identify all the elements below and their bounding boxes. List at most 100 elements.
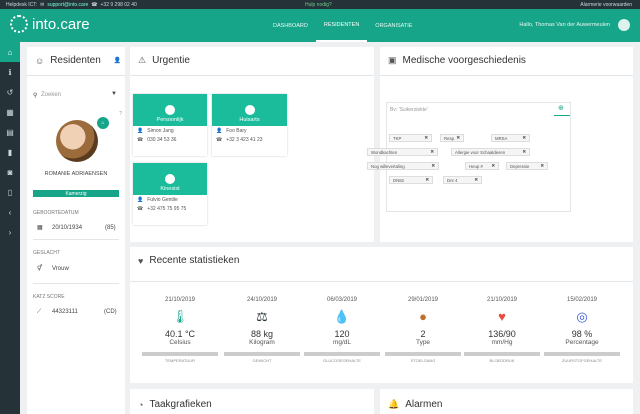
blood-drop-icon: 💧 [333,309,351,324]
stat-item[interactable]: 21/10/2019 🌡 40.1 °C Celsius TEMPERATUUR [140,297,220,363]
medical-tag[interactable]: DN82 ✖ [389,176,433,184]
medical-tag[interactable]: TKP ✖ [389,134,432,142]
stat-item[interactable]: 15/02/2019 ◎ 98 % Percentage ZUURSTOFGEHALTE [542,297,622,363]
contact-card[interactable]: Huisarts 👤 Foo Bary ☎ +32 3 423 41 23 [212,94,287,156]
age-value: (85) [105,225,116,231]
stat-date: 21/10/2019 [486,297,518,303]
contact-phone[interactable]: 030 34 53 36 [147,137,176,143]
divider [130,281,633,282]
bell-icon: 🔔 [388,399,400,409]
stat-caption: GEWICHT [252,358,272,363]
help-link[interactable]: Hulp nodig? [305,2,332,8]
remove-tag-icon[interactable]: ✖ [540,163,544,169]
contact-role: Kinesist [160,186,180,192]
stat-item[interactable]: 06/03/2019 💧 120 mg/dL GLUCOSEGEHALTE [302,297,382,363]
katz-code: (CD) [104,309,117,315]
expand-icon[interactable]: › [0,222,20,242]
stat-caption: STOELGANG [410,358,436,363]
user-avatar-icon[interactable] [618,19,630,31]
room-label[interactable]: Kamerzig [33,190,119,197]
divider [33,283,119,284]
stat-item[interactable]: 29/01/2019 ● 2 Type STOELGANG [383,297,463,363]
search-icon: ⚲ [33,93,38,99]
alarms-panel: 🔔 Alarmen [380,389,633,414]
medical-tag[interactable]: MRSA ✖ [491,134,530,142]
stat-value: 88 kg [250,329,274,339]
contact-card[interactable]: Persoonlijk 👤 Simon Jang ☎ 030 34 53 36 [133,94,207,156]
document-icon[interactable]: ▯ [0,182,20,202]
divider [380,75,633,76]
stat-caption: GLUCOSEGEHALTE [323,358,361,363]
info-icon[interactable]: ℹ [0,62,20,82]
stat-value: 136/90 [488,329,516,339]
contact-name: Foo Bary [226,127,247,134]
room-badge: ⌂ [97,117,109,129]
user-icon: 👤 [137,127,144,134]
add-circle-icon[interactable]: ⊕ [558,104,564,112]
chart-line-icon: ⟋ [37,309,42,315]
stats-title: ♥ Recente statistieken [138,255,240,266]
contact-role: Huisarts [239,117,260,123]
camera-icon[interactable]: ◙ [0,162,20,182]
nav-residenten[interactable]: RESIDENTEN [315,9,368,42]
calendar-icon[interactable]: ▦ [0,102,20,122]
medical-tag[interactable]: Heup # ✖ [465,162,499,170]
logo-text: into.care [32,15,90,33]
tag-label: Allergie voor Schaaldieren [455,149,506,155]
stool-icon: ● [419,309,427,324]
tag-label: Wondkachten [371,149,398,155]
stat-item[interactable]: 21/10/2019 ♥ 136/90 mm/Hg BLOEDDRUK [462,297,542,363]
stat-value: 2 [420,329,426,339]
remove-tag-icon[interactable]: ✖ [425,177,429,183]
user-circle-icon: ☺ [35,55,45,66]
residents-panel: ☺ Residenten 👤 ⚲ Zoeken ▼ ? ⌂ Kamerzig R… [27,47,125,414]
resident-search-input[interactable]: Zoeken [41,92,61,98]
thermometer-icon: 🌡 [171,309,189,324]
medical-tag[interactable]: Nog willevertaling ✖ [367,162,439,170]
remove-tag-icon[interactable]: ✖ [430,149,434,155]
doctor-icon [244,105,255,115]
help-icon[interactable]: ? [119,111,122,117]
filter-icon[interactable]: ▼ [111,91,117,97]
gender-label: GESLACHT [33,250,60,256]
remove-tag-icon[interactable]: ✖ [491,163,495,169]
list-icon[interactable]: ▤ [0,122,20,142]
medical-tag[interactable]: Depressie ✖ [506,162,548,170]
collapse-icon[interactable]: ‹ [0,202,20,222]
remove-tag-icon[interactable]: ✖ [474,177,478,183]
medical-tag[interactable]: Dnr 4 ✖ [443,176,482,184]
remove-tag-icon[interactable]: ✖ [522,135,526,141]
katz-value: 44323111 [52,309,78,315]
home-icon[interactable]: ⌂ [0,42,20,62]
contact-phone[interactable]: +32 475 75 95 75 [147,206,186,212]
therapist-icon [165,174,175,184]
logo[interactable]: into.care [10,15,90,33]
remove-tag-icon[interactable]: ✖ [456,135,460,141]
nav-dashboard[interactable]: DASHBOARD [265,9,316,42]
medical-search-input[interactable]: Bv: 'Suikerziekte' [390,107,428,113]
contact-phone[interactable]: +32 3 423 41 23 [226,137,262,143]
gender-value: Vrouw [52,266,69,272]
side-nav: ⌂ ℹ ↺ ▦ ▤ ▮ ◙ ▯ ‹ › [0,42,20,414]
support-email-link[interactable]: support@into.care [47,2,88,8]
tag-label: DN82 [393,177,404,183]
alarm-terms-link[interactable]: Alarmerie voorwaarden [580,2,632,8]
add-resident-icon[interactable]: 👤 [114,57,121,64]
history-icon[interactable]: ↺ [0,82,20,102]
contact-card[interactable]: Kinesist 👤 Fulvio Gentile ☎ +32 475 75 95 … [133,163,207,225]
medical-tag[interactable]: Wondkachten ✖ [367,148,438,156]
stat-bar [224,352,300,356]
heart-pulse-icon: ♥ [138,255,144,266]
mail-icon: ✉ [40,1,45,8]
remove-tag-icon[interactable]: ✖ [431,163,435,169]
medication-icon[interactable]: ▮ [0,142,20,162]
remove-tag-icon[interactable]: ✖ [424,135,428,141]
medical-tag[interactable]: Resp. ✖ [440,134,464,142]
user-icon: 👤 [216,127,223,134]
stat-item[interactable]: 24/10/2019 ⚖ 88 kg Kilogram GEWICHT [222,297,302,363]
user-greeting[interactable]: Hallo, Thomas Van der Auwermeulen [519,22,610,28]
nav-organisatie[interactable]: ORGANISATIE [367,9,420,42]
phone-number: +32 9 298 02 40 [100,1,137,8]
medical-tag[interactable]: Allergie voor Schaaldieren ✖ [451,148,530,156]
remove-tag-icon[interactable]: ✖ [522,149,526,155]
